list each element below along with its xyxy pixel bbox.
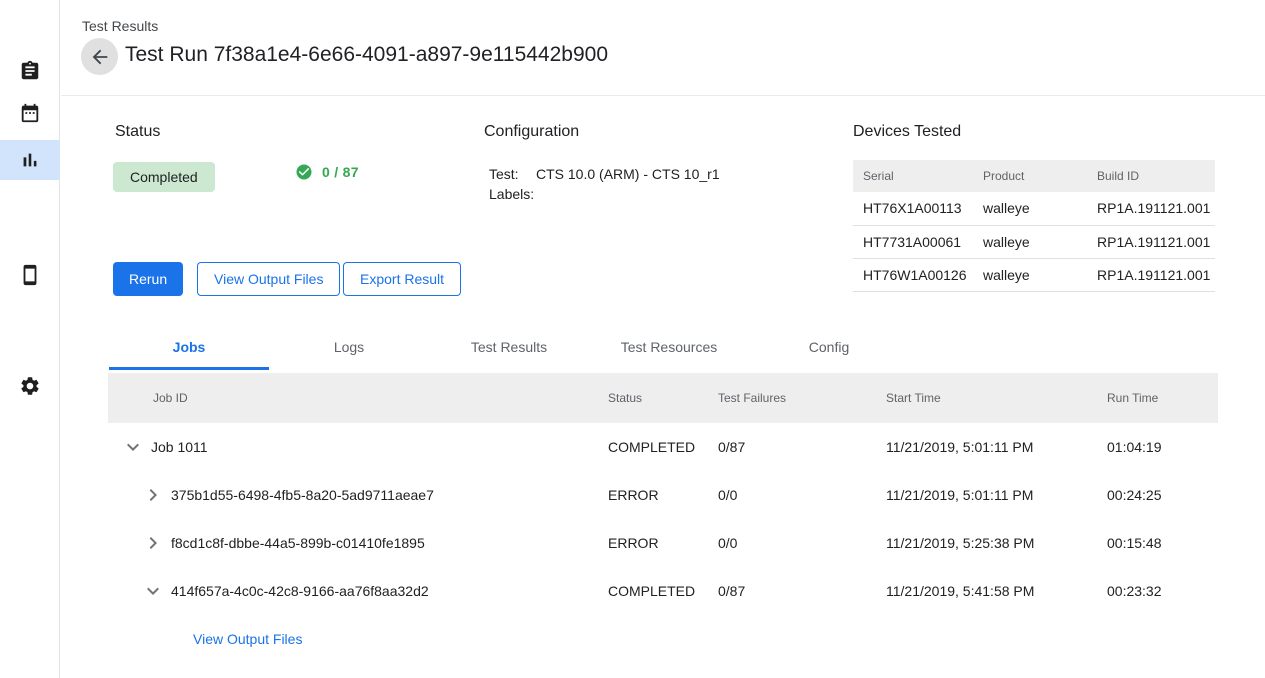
jobs-col-run-time: Run Time [1107,391,1218,405]
devices-header-row: Serial Product Build ID [853,160,1215,192]
export-result-button[interactable]: Export Result [343,262,461,296]
job-row[interactable]: 414f657a-4c0c-42c8-9166-aa76f8aa32d2 COMP… [108,567,1218,615]
device-cell: HT76X1A00113 [853,192,973,225]
chevron-down-icon[interactable] [141,579,165,603]
sidebar-item-plans[interactable] [0,93,60,133]
sidebar-item-test-runs[interactable] [0,51,60,91]
calendar-icon [19,102,41,124]
job-run-time: 00:15:48 [1107,535,1218,551]
config-label: Test: [489,164,536,184]
device-cell: walleye [973,192,1087,225]
device-cell: RP1A.191121.001 [1087,192,1215,225]
device-cell: RP1A.191121.001 [1087,258,1215,291]
test-failure-count: 0 / 87 [295,163,359,181]
job-status: ERROR [608,487,718,503]
job-id: f8cd1c8f-dbbe-44a5-899b-c01410fe1895 [171,535,425,551]
configuration-rows: Test: CTS 10.0 (ARM) - CTS 10_r1 Labels: [489,164,720,204]
rerun-button[interactable]: Rerun [113,262,183,296]
job-start-time: 11/21/2019, 5:25:38 PM [886,535,1107,551]
tab-bar: JobsLogsTest ResultsTest ResourcesConfig [109,323,909,370]
job-run-time: 00:24:25 [1107,487,1218,503]
sidebar-item-test-results[interactable] [0,140,60,180]
job-test-failures: 0/87 [718,439,886,455]
job-status: COMPLETED [608,583,718,599]
device-row: HT76W1A00126walleyeRP1A.191121.001 [853,258,1215,291]
jobs-table: Job ID Status Test Failures Start Time R… [108,373,1218,615]
job-start-time: 11/21/2019, 5:01:11 PM [886,487,1107,503]
job-status: COMPLETED [608,439,718,455]
config-label: Labels: [489,184,536,204]
device-cell: walleye [973,258,1087,291]
tab-logs[interactable]: Logs [269,323,429,370]
config-row-test: Test: CTS 10.0 (ARM) - CTS 10_r1 [489,164,720,184]
chevron-down-icon[interactable] [121,435,145,459]
jobs-table-header: Job ID Status Test Failures Start Time R… [108,373,1218,423]
view-output-files-button[interactable]: View Output Files [197,262,340,296]
job-id: 414f657a-4c0c-42c8-9166-aa76f8aa32d2 [171,583,429,599]
jobs-table-body: Job 1011COMPLETED0/8711/21/2019, 5:01:11… [108,423,1218,615]
job-row[interactable]: Job 1011 COMPLETED0/8711/21/2019, 5:01:11… [108,423,1218,471]
job-run-time: 00:23:32 [1107,583,1218,599]
jobs-col-job-id: Job ID [108,391,608,405]
job-test-failures: 0/0 [718,487,886,503]
devices-col-build-id: Build ID [1087,160,1215,192]
config-row-labels: Labels: [489,184,720,204]
tab-jobs[interactable]: Jobs [109,323,269,370]
job-row[interactable]: f8cd1c8f-dbbe-44a5-899b-c01410fe1895 ERRO… [108,519,1218,567]
jobs-col-status: Status [608,391,718,405]
config-value: CTS 10.0 (ARM) - CTS 10_r1 [536,164,720,184]
device-cell: HT7731A00061 [853,225,973,258]
gear-icon [19,375,41,397]
job-start-time: 11/21/2019, 5:01:11 PM [886,439,1107,455]
back-button[interactable] [81,38,118,75]
status-heading: Status [115,123,160,141]
smartphone-icon [19,264,41,286]
devices-col-product: Product [973,160,1087,192]
sidebar [0,0,60,678]
device-row: HT76X1A00113walleyeRP1A.191121.001 [853,192,1215,225]
breadcrumb: Test Results [82,18,158,34]
devices-table-body: HT76X1A00113walleyeRP1A.191121.001HT7731… [853,192,1215,291]
job-id: 375b1d55-6498-4fb5-8a20-5ad9711aeae7 [171,487,434,503]
job-status: ERROR [608,535,718,551]
job-test-failures: 0/87 [718,583,886,599]
tab-config[interactable]: Config [749,323,909,370]
arrow-back-icon [89,46,111,68]
bar-chart-icon [19,149,41,171]
status-badge: Completed [113,162,215,192]
job-id: Job 1011 [151,439,208,455]
chevron-right-icon[interactable] [141,531,165,555]
devices-tested-heading: Devices Tested [853,123,961,141]
job-run-time: 01:04:19 [1107,439,1218,455]
jobs-col-start-time: Start Time [886,391,1107,405]
tab-test-resources[interactable]: Test Resources [589,323,749,370]
job-view-output-files-link[interactable]: View Output Files [193,631,302,647]
jobs-col-test-failures: Test Failures [718,391,886,405]
job-test-failures: 0/0 [718,535,886,551]
tab-test-results[interactable]: Test Results [429,323,589,370]
chevron-right-icon[interactable] [141,483,165,507]
device-row: HT7731A00061walleyeRP1A.191121.001 [853,225,1215,258]
page-title: Test Run 7f38a1e4-6e66-4091-a897-9e11544… [125,43,608,67]
devices-col-serial: Serial [853,160,973,192]
page-header: Test Results Test Run 7f38a1e4-6e66-4091… [61,0,1265,96]
sidebar-item-devices[interactable] [0,255,60,295]
check-circle-icon [295,163,313,181]
failure-count-label: 0 / 87 [322,164,359,180]
device-cell: RP1A.191121.001 [1087,225,1215,258]
devices-table: Serial Product Build ID HT76X1A00113wall… [853,160,1215,292]
sidebar-item-settings[interactable] [0,366,60,406]
clipboard-icon [19,60,41,82]
job-start-time: 11/21/2019, 5:41:58 PM [886,583,1107,599]
device-cell: walleye [973,225,1087,258]
configuration-heading: Configuration [484,123,579,141]
job-row[interactable]: 375b1d55-6498-4fb5-8a20-5ad9711aeae7 ERRO… [108,471,1218,519]
device-cell: HT76W1A00126 [853,258,973,291]
